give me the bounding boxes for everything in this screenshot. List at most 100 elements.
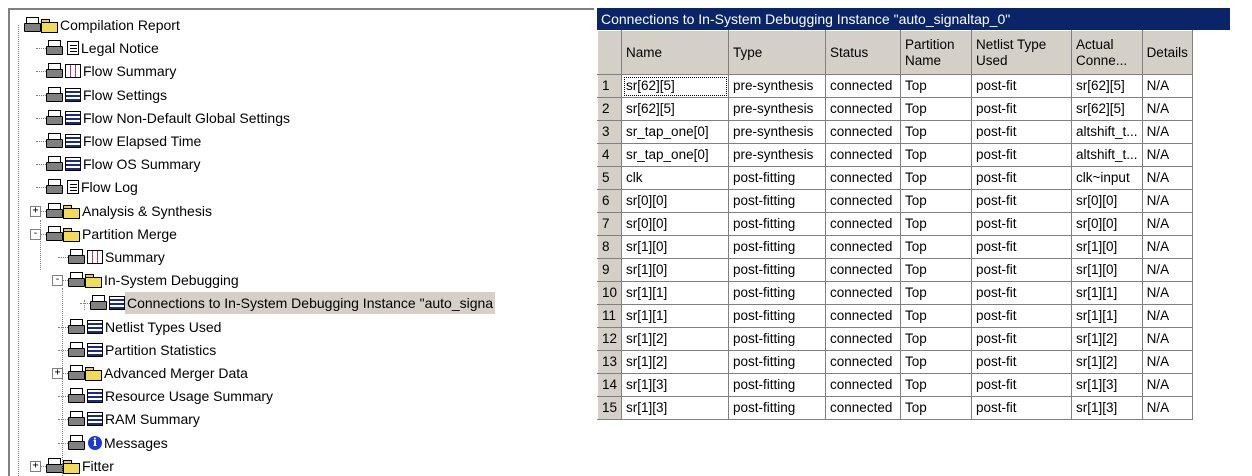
tree-item[interactable]: Summary [68,246,167,268]
table-cell: clk~input [1071,166,1143,190]
tree-item[interactable]: RAM Summary [68,408,202,430]
column-header[interactable]: Name [621,30,730,75]
row-number[interactable]: 14 [597,373,623,397]
table-row[interactable]: 5 clk post-fitting connected Top post-fit clk~… [597,166,1193,190]
tree-item[interactable]: i Messages [68,432,170,454]
row-number[interactable]: 1 [597,74,623,98]
column-header[interactable]: Status [825,30,902,75]
tree-item[interactable]: Partition Merge [46,223,179,245]
table-row[interactable]: 15 sr[1][3] post-fitting connected Top post-f… [597,396,1193,420]
tree-item[interactable]: Flow Non-Default Global Settings [46,107,292,129]
tree-item[interactable]: In-System Debugging [68,269,241,291]
table-cell: post-fit [971,235,1073,259]
tree-item[interactable]: Legal Notice [46,37,161,59]
column-header[interactable]: Type [728,30,827,75]
report-tree[interactable]: Compilation Report Legal Notice Flow Summa… [8,8,594,476]
table-row[interactable]: 9 sr[1][0] post-fitting connected Top post-fi… [597,258,1193,282]
tree-connector [80,303,90,305]
row-number[interactable]: 13 [597,350,623,374]
tree-connector [58,442,68,444]
tree-item[interactable]: Partition Statistics [68,339,218,361]
table-cell: N/A [1141,212,1193,236]
row-number[interactable]: 4 [597,143,623,167]
table-cell: connected [825,304,902,328]
row-number[interactable]: 6 [597,189,623,213]
table-cell: Top [900,120,973,144]
row-number[interactable]: 2 [597,97,623,121]
table-row[interactable]: 13 sr[1][2] post-fitting connected Top post-f… [597,350,1193,374]
expand-icon[interactable]: + [30,460,41,472]
report-panel: Connections to In-System Debugging Insta… [597,8,1230,474]
tree-item[interactable]: Fitter [46,455,116,476]
table-row[interactable]: 1 sr[62][5] pre-synthesis connected Top post-… [597,74,1193,98]
table-icon [109,296,125,311]
tree-guide-line [62,288,63,476]
printer-icon [46,86,64,103]
table-cell: Top [900,327,973,351]
table-row[interactable]: 2 sr[62][5] pre-synthesis connected Top post-… [597,97,1193,121]
tree-item-label: Compilation Report [60,17,180,33]
table-row[interactable]: 8 sr[1][0] post-fitting connected Top post-fi… [597,235,1193,259]
column-header[interactable]: Details [1141,30,1193,75]
tree-item[interactable]: Connections to In-System Debugging Insta… [90,292,496,315]
expand-icon[interactable]: + [30,205,41,217]
collapse-icon[interactable]: - [52,275,63,287]
row-number-header[interactable] [597,30,623,75]
tree-item[interactable]: Netlist Types Used [68,316,223,338]
printer-icon [46,40,64,56]
tree-connector [36,94,46,96]
connections-table: Name Type Status Partition Name Netlist Type… [597,30,1193,420]
tree-item-label: Flow Log [81,179,138,196]
table-row[interactable]: 4 sr_tap_one[0] pre-synthesis connected Top p… [597,143,1193,167]
tree-item[interactable]: Flow Elapsed Time [46,130,203,152]
row-number[interactable]: 7 [597,212,623,236]
row-number[interactable]: 10 [597,281,623,305]
table-cell: Top [900,189,973,213]
table-cell: sr[62][5] [621,74,730,98]
tree-item[interactable]: Resource Usage Summary [68,385,275,407]
table-row[interactable]: 12 sr[1][2] post-fitting connected Top post-f… [597,327,1193,351]
table-cell: post-fit [971,97,1073,121]
row-number[interactable]: 11 [597,304,623,328]
tree-item-label: RAM Summary [105,411,200,428]
tree-connector [58,419,68,421]
table-row[interactable]: 7 sr[0][0] post-fitting connected Top post-fi… [597,212,1193,236]
tree-item[interactable]: Flow Settings [46,84,169,106]
tree-item[interactable]: Flow Summary [46,60,178,82]
table-row[interactable]: 14 sr[1][3] post-fitting connected Top post-f… [597,373,1193,397]
table-row[interactable]: 10 sr[1][1] post-fitting connected Top post-f… [597,281,1193,305]
table-cell: post-fit [971,143,1073,167]
tree-connector [36,187,46,189]
table-icon [65,110,81,125]
row-number[interactable]: 12 [597,327,623,351]
table-cell: N/A [1141,120,1193,144]
row-number[interactable]: 5 [597,166,623,190]
column-header[interactable]: Partition Name [900,30,973,75]
table-cell: post-fitting [728,212,827,236]
column-header[interactable]: Actual Conne... [1071,30,1143,75]
table-cell: N/A [1141,281,1193,305]
table-cell: sr[1][3] [621,396,730,420]
table-cell: N/A [1141,97,1193,121]
table-row[interactable]: 3 sr_tap_one[0] pre-synthesis connected Top p… [597,120,1193,144]
row-number[interactable]: 15 [597,396,623,420]
tree-item[interactable]: Flow Log [46,176,140,198]
table-cell: Top [900,143,973,167]
table-cell: connected [825,235,902,259]
row-number[interactable]: 9 [597,258,623,282]
tree-item[interactable]: Compilation Report [24,14,182,36]
tree-item[interactable]: Analysis & Synthesis [46,200,214,222]
table-row[interactable]: 6 sr[0][0] post-fitting connected Top post-fi… [597,189,1193,213]
table-cell: connected [825,373,902,397]
tree-connector [58,349,68,351]
table-row[interactable]: 11 sr[1][1] post-fitting connected Top post-f… [597,304,1193,328]
printer-icon [68,388,86,404]
tree-item[interactable]: Advanced Merger Data [68,362,250,384]
table-cell: post-fitting [728,189,827,213]
row-number[interactable]: 3 [597,120,623,144]
tree-item-label: Messages [104,434,168,451]
tree-item[interactable]: Flow OS Summary [46,153,202,175]
tree-item-label: Resource Usage Summary [105,388,274,405]
row-number[interactable]: 8 [597,235,623,259]
column-header[interactable]: Netlist Type Used [971,30,1073,75]
